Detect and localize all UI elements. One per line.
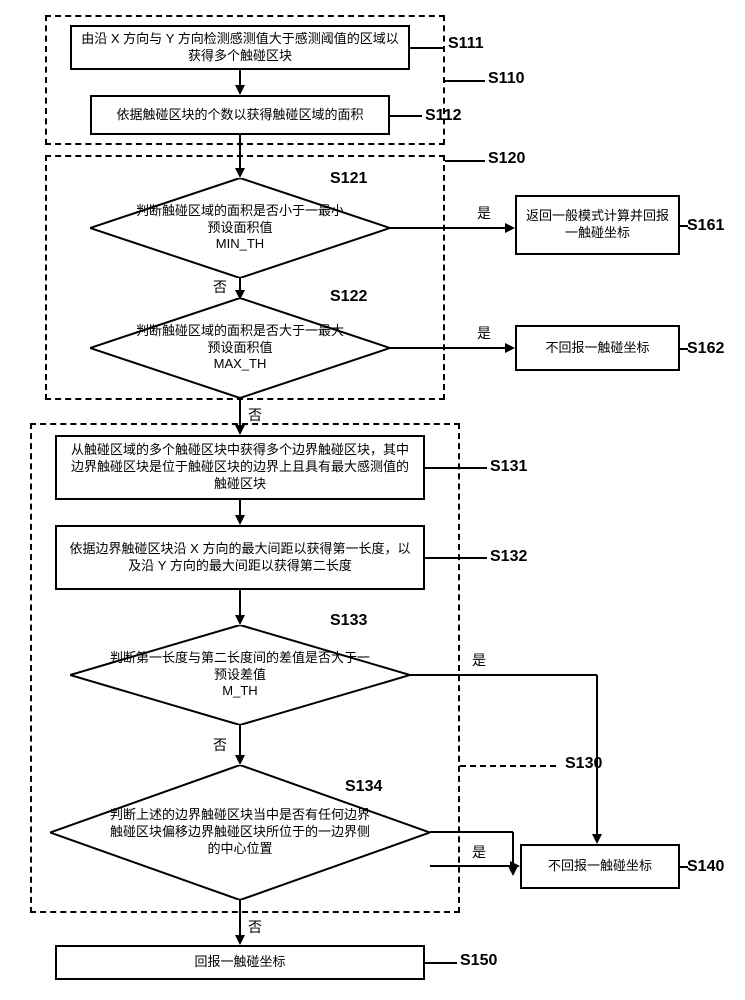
edge-s121-s122 — [234, 278, 246, 300]
step-s132: 依据边界触碰区块沿 X 方向的最大间距以获得第一长度，以及沿 Y 方向的最大间距… — [55, 525, 425, 590]
edge-s122-no: 否 — [248, 405, 262, 425]
label-s112: S112 — [425, 107, 461, 125]
leader-s132 — [425, 557, 487, 559]
edge-s133-yes: 是 — [472, 650, 486, 670]
leader-s120 — [445, 160, 485, 162]
label-s122: S122 — [330, 288, 367, 306]
edge-s134-no: 否 — [248, 917, 262, 937]
leader-s111 — [410, 47, 445, 49]
step-s161: 返回一般模式计算并回报一触碰坐标 — [515, 195, 680, 255]
step-s162-text: 不回报一触碰坐标 — [545, 340, 649, 357]
edge-s122-s131 — [234, 398, 246, 435]
step-s111: 由沿 X 方向与 Y 方向检测感测值大于感测阈值的区域以获得多个触碰区块 — [70, 25, 410, 70]
step-s121: 判断触碰区域的面积是否小于一最小预设面积值 MIN_TH — [90, 178, 390, 278]
step-s134-text: 判断上述的边界触碰区块当中是否有任何边界触碰区块偏移边界触碰区块所位于的一边界侧… — [105, 807, 375, 858]
label-s121: S121 — [330, 170, 367, 188]
edge-s121-s161 — [390, 222, 515, 234]
step-s131-text: 从触碰区域的多个触碰区块中获得多个边界触碰区块，其中边界触碰区块是位于触碰区块的… — [65, 442, 415, 493]
leader-s162 — [680, 348, 688, 350]
leader-s140 — [680, 866, 688, 868]
step-s112: 依据触碰区块的个数以获得触碰区域的面积 — [90, 95, 390, 135]
label-s134: S134 — [345, 778, 382, 796]
edge-s131-s132 — [234, 500, 246, 525]
step-s140-text: 不回报一触碰坐标 — [548, 858, 652, 875]
step-s150: 回报一触碰坐标 — [55, 945, 425, 980]
edge-s134-s150 — [234, 900, 246, 945]
step-s122: 判断触碰区域的面积是否大于一最大预设面积值 MAX_TH — [90, 298, 390, 398]
edge-s133-s140 — [410, 669, 605, 844]
label-s120: S120 — [488, 150, 525, 168]
step-s112-text: 依据触碰区块的个数以获得触碰区域的面积 — [116, 107, 363, 124]
label-s162: S162 — [687, 340, 724, 358]
step-s162: 不回报一触碰坐标 — [515, 325, 680, 371]
step-s150-text: 回报一触碰坐标 — [194, 954, 285, 971]
label-s150: S150 — [460, 952, 497, 970]
leader-s131 — [425, 467, 487, 469]
edge-s112-s121 — [234, 135, 246, 178]
step-s161-text: 返回一般模式计算并回报一触碰坐标 — [525, 208, 670, 242]
step-s140: 不回报一触碰坐标 — [520, 844, 680, 889]
label-s161: S161 — [687, 217, 724, 235]
leader-s161 — [680, 225, 688, 227]
edge-s121-no: 否 — [213, 277, 227, 297]
label-s131: S131 — [490, 458, 527, 476]
leader-s150 — [425, 962, 457, 964]
leader-s110 — [445, 80, 485, 82]
edge-s122-s162 — [390, 342, 515, 354]
label-s111: S111 — [448, 35, 484, 53]
flowchart-diagram: S110 由沿 X 方向与 Y 方向检测感测值大于感测阈值的区域以获得多个触碰区… — [10, 10, 735, 990]
step-s122-text: 判断触碰区域的面积是否大于一最大预设面积值 MAX_TH — [130, 323, 350, 374]
edge-s111-s112 — [234, 70, 246, 95]
step-s131: 从触碰区域的多个触碰区块中获得多个边界触碰区块，其中边界触碰区块是位于触碰区块的… — [55, 435, 425, 500]
edge-s132-s133 — [234, 590, 246, 625]
edge-s121-yes: 是 — [477, 203, 491, 223]
leader-s112 — [390, 115, 422, 117]
label-s133: S133 — [330, 612, 367, 630]
label-s110: S110 — [488, 70, 524, 88]
step-s111-text: 由沿 X 方向与 Y 方向检测感测值大于感测阈值的区域以获得多个触碰区块 — [80, 31, 400, 65]
step-s133-text: 判断第一长度与第二长度间的差值是否大于一预设差值 M_TH — [110, 650, 370, 701]
label-s140: S140 — [687, 858, 724, 876]
edge-s133-no: 否 — [213, 735, 227, 755]
edge-s134-yes: 是 — [472, 842, 486, 862]
step-s121-text: 判断触碰区域的面积是否小于一最小预设面积值 MIN_TH — [130, 203, 350, 254]
step-s132-text: 依据边界触碰区块沿 X 方向的最大间距以获得第一长度，以及沿 Y 方向的最大间距… — [65, 541, 415, 575]
step-s133: 判断第一长度与第二长度间的差值是否大于一预设差值 M_TH — [70, 625, 410, 725]
label-s132: S132 — [490, 548, 527, 566]
edge-s122-yes: 是 — [477, 323, 491, 343]
edge-s133-s134 — [234, 725, 246, 765]
